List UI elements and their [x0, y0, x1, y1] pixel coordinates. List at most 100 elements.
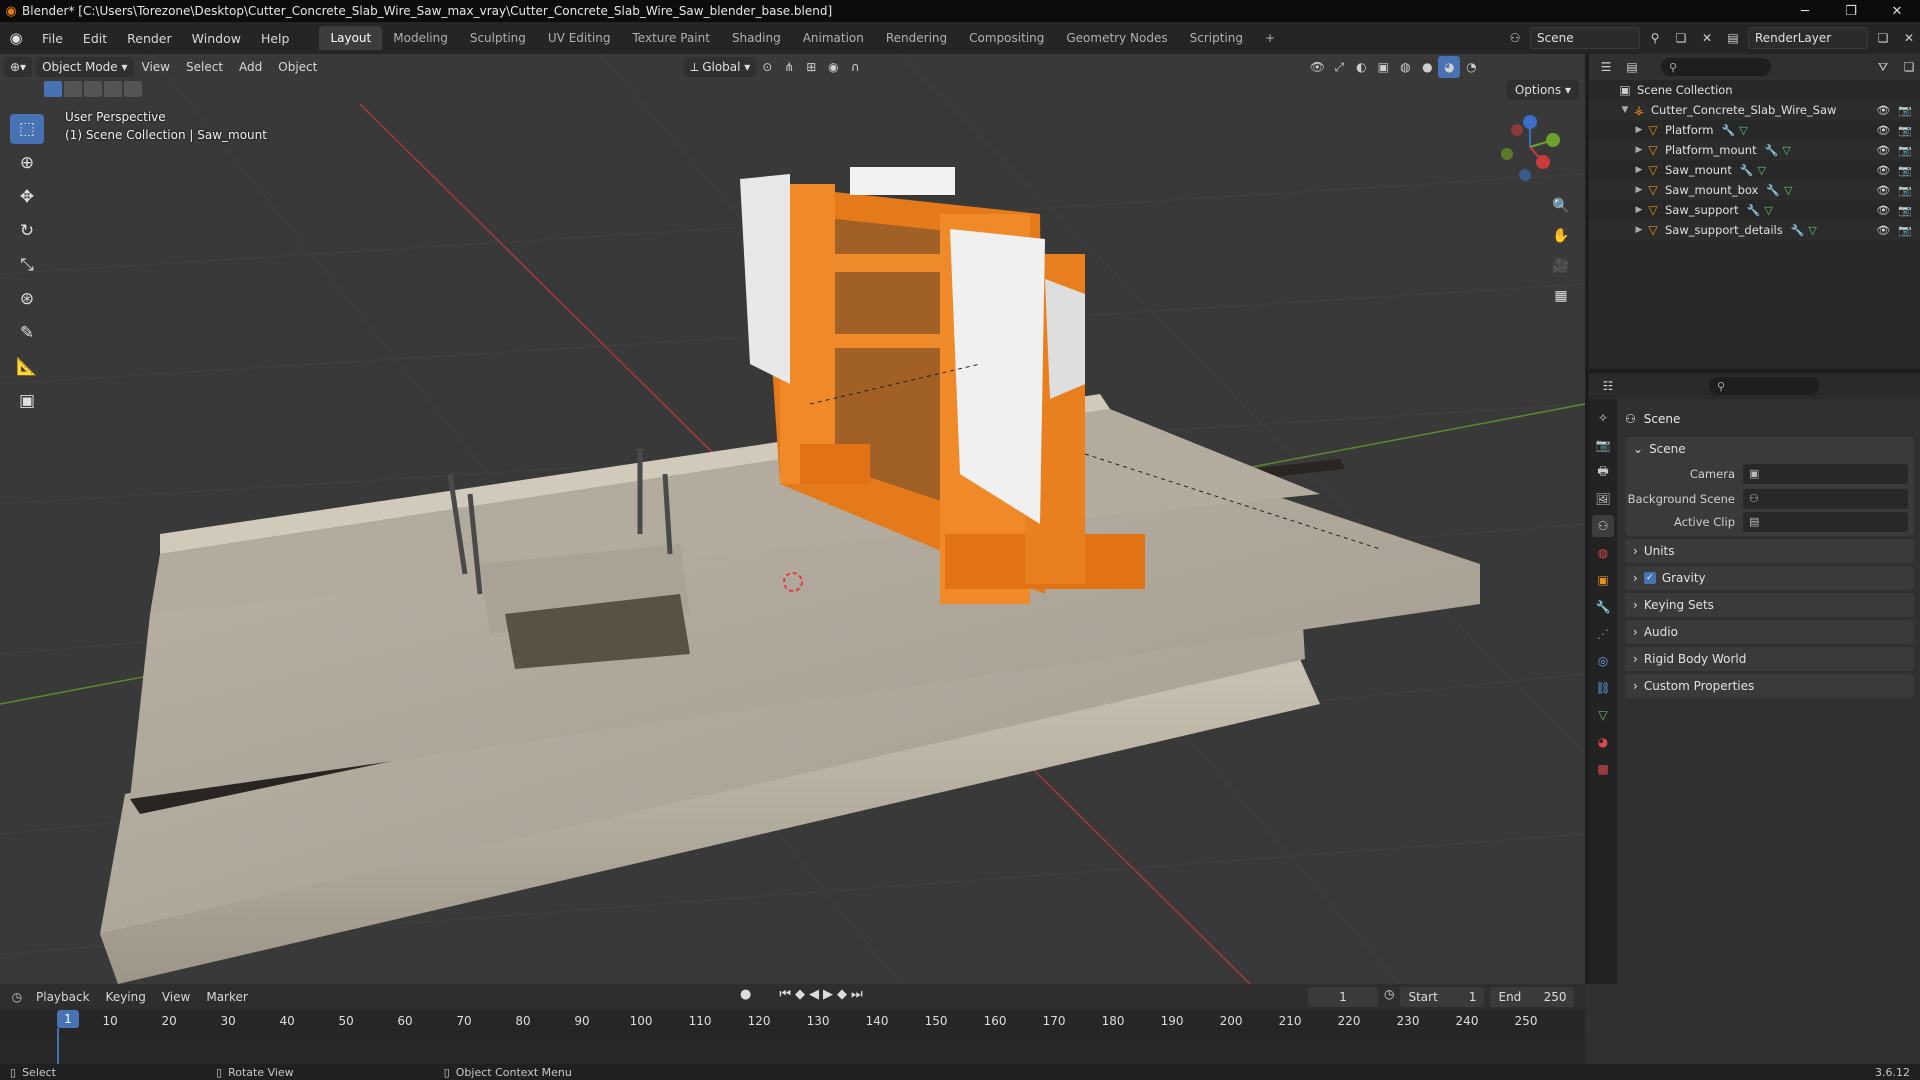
- camera-icon[interactable]: 📷: [1898, 164, 1912, 177]
- tab-compositing[interactable]: Compositing: [958, 26, 1055, 50]
- jump-end-icon[interactable]: ⏭: [851, 987, 863, 1002]
- outliner-row-scene-collection[interactable]: ▣ Scene Collection: [1589, 80, 1920, 100]
- render-layer-icon[interactable]: ▤: [1722, 27, 1744, 49]
- falloff-icon[interactable]: ∩: [844, 56, 866, 78]
- scene-field[interactable]: Scene: [1530, 27, 1640, 49]
- expand-right-icon[interactable]: ▶: [1633, 165, 1645, 175]
- constraints-tab-icon[interactable]: ⛓: [1592, 677, 1614, 699]
- tab-animation[interactable]: Animation: [792, 26, 875, 50]
- current-frame-field[interactable]: 1: [1308, 987, 1378, 1007]
- minimize-icon[interactable]: ─: [1782, 0, 1828, 22]
- select-invert-icon[interactable]: [104, 81, 122, 97]
- tab-texture-paint[interactable]: Texture Paint: [622, 26, 721, 50]
- outliner-row-object[interactable]: ▶ ▽ Platform_mount 🔧 ▽ 👁 📷: [1589, 140, 1920, 160]
- viewport-menu-add[interactable]: Add: [231, 60, 270, 74]
- menu-help[interactable]: Help: [251, 27, 300, 49]
- properties-search-input[interactable]: ⚲: [1709, 377, 1819, 395]
- play-icon[interactable]: ▶: [823, 987, 833, 1002]
- texture-tab-icon[interactable]: ▩: [1592, 758, 1614, 780]
- start-frame-field[interactable]: Start 1: [1400, 987, 1485, 1007]
- scale-icon[interactable]: ⤡: [10, 250, 44, 280]
- tab-rendering[interactable]: Rendering: [875, 26, 958, 50]
- delete-layer-icon[interactable]: ✕: [1898, 27, 1920, 49]
- outliner-row-object[interactable]: ▶ ▽ Saw_mount_box 🔧 ▽ 👁 📷: [1589, 180, 1920, 200]
- background-scene-field[interactable]: ⚇: [1743, 488, 1908, 509]
- menu-window[interactable]: Window: [182, 27, 251, 49]
- viewport-menu-select[interactable]: Select: [178, 60, 231, 74]
- xray-icon[interactable]: ▣: [1372, 56, 1394, 78]
- eye-icon[interactable]: 👁: [1876, 124, 1890, 137]
- camera-icon[interactable]: 📷: [1898, 204, 1912, 217]
- camera-icon[interactable]: 📷: [1898, 184, 1912, 197]
- viewport-menu-view[interactable]: View: [134, 60, 178, 74]
- timeline-menu-view[interactable]: View: [154, 990, 198, 1004]
- material-tab-icon[interactable]: ◕: [1592, 731, 1614, 753]
- scene-panel-header[interactable]: ⌄ Scene: [1625, 437, 1914, 461]
- rotate-icon[interactable]: ↻: [10, 216, 44, 246]
- timeline-editor-icon[interactable]: ◷: [6, 986, 28, 1008]
- timeline-menu-keying[interactable]: Keying: [98, 990, 154, 1004]
- new-layer-icon[interactable]: ❏: [1872, 27, 1894, 49]
- tool-tab-icon[interactable]: ✧: [1592, 407, 1614, 429]
- camera-icon[interactable]: 📷: [1898, 104, 1912, 117]
- outliner-row-object[interactable]: ▶ ▽ Saw_mount 🔧 ▽ 👁 📷: [1589, 160, 1920, 180]
- particles-tab-icon[interactable]: ⋰: [1592, 623, 1614, 645]
- camera-view-icon[interactable]: 🎥: [1547, 254, 1575, 278]
- custom-properties-panel[interactable]: › Custom Properties: [1625, 674, 1914, 698]
- expand-right-icon[interactable]: ▶: [1633, 145, 1645, 155]
- keying-sets-panel[interactable]: › Keying Sets: [1625, 593, 1914, 617]
- play-reverse-icon[interactable]: ◀: [809, 987, 819, 1002]
- pin-icon[interactable]: ⚲: [1644, 27, 1666, 49]
- close-icon[interactable]: ✕: [1874, 0, 1920, 22]
- pivot-icon[interactable]: ⊙: [756, 56, 778, 78]
- overlay-icon[interactable]: ◐: [1350, 56, 1372, 78]
- delete-scene-icon[interactable]: ✕: [1696, 27, 1718, 49]
- camera-icon[interactable]: 📷: [1898, 124, 1912, 137]
- transform-orientation-dropdown[interactable]: ⟂ Global ▾: [684, 57, 757, 77]
- camera-field[interactable]: ▣: [1743, 463, 1908, 484]
- eye-icon[interactable]: 👁: [1876, 144, 1890, 157]
- expand-down-icon[interactable]: ▼: [1619, 105, 1631, 115]
- prev-keyframe-icon[interactable]: ◆: [795, 987, 805, 1002]
- snap-icon[interactable]: ⋔: [778, 56, 800, 78]
- outliner-editor-icon[interactable]: ☰: [1595, 56, 1617, 78]
- tab-shading[interactable]: Shading: [721, 26, 792, 50]
- timeline-menu-marker[interactable]: Marker: [198, 990, 255, 1004]
- tab-modeling[interactable]: Modeling: [382, 26, 459, 50]
- menu-file[interactable]: File: [32, 27, 73, 49]
- add-workspace-icon[interactable]: +: [1254, 26, 1286, 50]
- options-button[interactable]: Options ▾: [1506, 80, 1579, 100]
- zoom-icon[interactable]: 🔍: [1547, 194, 1575, 218]
- timeline-ruler[interactable]: 1102030405060708090100110120130140150160…: [0, 1010, 1585, 1034]
- new-collection-icon[interactable]: ❏: [1898, 56, 1920, 78]
- expand-right-icon[interactable]: ▶: [1633, 205, 1645, 215]
- snap-target-icon[interactable]: ⊞: [800, 56, 822, 78]
- cursor-icon[interactable]: ⊕: [10, 148, 44, 178]
- render-layer-field[interactable]: RenderLayer: [1748, 27, 1868, 49]
- outliner-row-collection[interactable]: ▼ ⚶ Cutter_Concrete_Slab_Wire_Saw 👁 📷: [1589, 100, 1920, 120]
- wireframe-shading-icon[interactable]: ◍: [1394, 56, 1416, 78]
- data-tab-icon[interactable]: ▽: [1592, 704, 1614, 726]
- rigid-body-world-panel[interactable]: › Rigid Body World: [1625, 647, 1914, 671]
- outliner-row-object[interactable]: ▶ ▽ Saw_support_details 🔧 ▽ 👁 📷: [1589, 220, 1920, 240]
- proportional-edit-icon[interactable]: ◉: [822, 56, 844, 78]
- solid-shading-icon[interactable]: ●: [1416, 56, 1438, 78]
- filter-icon[interactable]: ⛛: [1872, 56, 1894, 78]
- editor-type-icon[interactable]: ⊕▾: [4, 57, 33, 77]
- measure-icon[interactable]: 📐: [10, 352, 44, 382]
- timeline-menu-playback[interactable]: Playback: [28, 990, 98, 1004]
- playhead[interactable]: 1: [57, 1010, 79, 1028]
- camera-icon[interactable]: 📷: [1898, 144, 1912, 157]
- restore-icon[interactable]: ❐: [1828, 0, 1874, 22]
- tab-geometry-nodes[interactable]: Geometry Nodes: [1055, 26, 1178, 50]
- 3d-viewport[interactable]: ⊕▾ Object Mode ▾ View Select Add Object …: [0, 54, 1585, 984]
- jump-start-icon[interactable]: ⏮: [779, 987, 791, 1002]
- visibility-icon[interactable]: 👁: [1306, 56, 1328, 78]
- next-keyframe-icon[interactable]: ◆: [837, 987, 847, 1002]
- eye-icon[interactable]: 👁: [1876, 164, 1890, 177]
- viewport-menu-object[interactable]: Object: [270, 60, 325, 74]
- select-subtract-icon[interactable]: [84, 81, 102, 97]
- object-tab-icon[interactable]: ▣: [1592, 569, 1614, 591]
- eye-icon[interactable]: 👁: [1876, 224, 1890, 237]
- select-extend-icon[interactable]: [64, 81, 82, 97]
